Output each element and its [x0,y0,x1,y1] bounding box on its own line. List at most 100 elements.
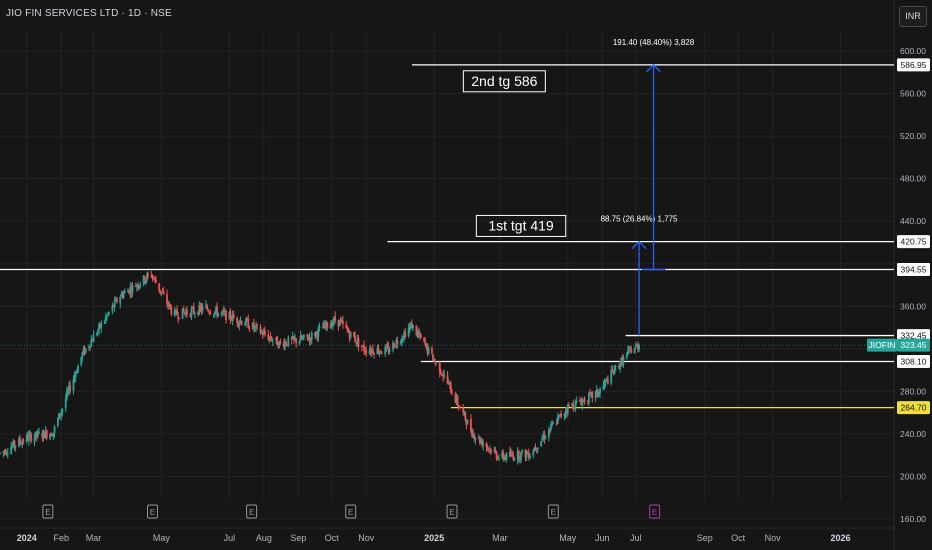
candle-body [396,340,399,344]
candle-body [232,314,235,318]
time-tick-label: Mar [86,533,102,543]
candle-body [240,320,243,325]
time-tick-label: Jun [595,533,610,543]
candle-body [575,400,578,402]
price-tick-label: 440.00 [900,216,926,226]
level-tag-label: 420.75 [901,237,927,247]
candle-body [431,348,433,354]
candle-body [551,423,554,425]
candle-body [513,458,516,461]
candle-body [170,307,173,315]
candle-body [529,455,531,459]
time-tick-label: Sep [697,533,713,543]
earnings-marker-label: E [150,508,155,517]
candle-body [84,348,87,353]
candle-body [113,300,116,308]
earnings-marker-label: E [348,508,353,517]
level-tag-label: 586.95 [901,60,927,70]
candle-body [412,324,414,328]
candle-body [225,310,227,321]
price-tick-label: 360.00 [900,301,926,311]
candle-body [334,316,337,321]
price-tick-label: 200.00 [900,471,926,481]
candle-body [456,396,459,405]
time-tick-label: Jul [224,533,236,543]
time-tick-label: 2024 [17,533,37,543]
candle-body [53,426,56,433]
time-tick-label: Mar [492,533,508,543]
candle-body [439,371,442,374]
candle-body [349,331,352,338]
candle-body [427,347,430,354]
candle-body [6,453,9,455]
candle-body [544,437,547,439]
candle-body [591,391,594,399]
candle-body [614,366,617,368]
candle-body [633,348,636,354]
last-price-tag-label: 323.45 [901,340,927,350]
candle-body [178,318,181,320]
candle-body [38,432,40,434]
candles [0,270,640,465]
candle-body [108,312,111,314]
price-tick-label: 480.00 [900,174,926,184]
time-tick-label: Sep [290,533,306,543]
candle-body [209,313,212,315]
candle-body [365,350,368,353]
candle-body [100,322,103,329]
time-tick-label: Nov [358,533,375,543]
measure-arrows: 88.75 (26.84%) 1,775 191.40 (48.40%) 3,82… [601,38,695,336]
candle-body [154,279,157,283]
candle-body [521,450,524,452]
time-tick-label: 2025 [424,533,444,543]
candle-body [342,320,344,324]
level-tag-label: 308.10 [901,356,927,366]
candle-body [435,362,438,364]
time-tick-label: Oct [731,533,746,543]
measure-arrow-label: 191.40 (48.40%) 3,828 [613,38,695,47]
candle-body [279,341,282,343]
level-tag-label: 264.70 [901,403,927,413]
symbol-tag-label: JIOFIN [869,340,896,350]
candle-body [14,445,17,447]
annotation-text[interactable]: 2nd tg 586 [471,73,537,89]
candle-body [357,337,360,347]
level-tag-label: 394.55 [901,265,927,275]
candle-body [380,353,383,355]
candle-body [303,334,305,338]
measure-arrow-label: 88.75 (26.84%) 1,775 [601,215,678,224]
candle-body [583,398,586,403]
price-axis[interactable]: 160.00 200.00 240.00 280.00 360.00 440.00 480.… [900,46,926,524]
time-tick-label: Jul [630,533,642,543]
time-tick-label: 2026 [831,533,851,543]
candle-body [115,298,118,303]
time-axis[interactable]: 2024 Feb Mar May Jul Aug Sep Oct Nov 2025 Mar May Ju… [17,504,851,543]
chart-title: JIO FIN SERVICES LTD · 1D · NSE [6,8,172,19]
candle-body [373,353,375,355]
candle-body [404,331,407,338]
annotations: 2nd tg 586 1st tgt 419 [462,70,567,237]
price-tick-label: 600.00 [900,46,926,56]
candle-body [419,334,422,338]
price-chart[interactable]: 586.95420.75394.55332.45308.10264.70JIOF… [0,0,932,550]
candle-body [22,440,25,442]
candle-body [182,308,185,313]
candle-body [256,324,259,326]
horizontal-lines: 586.95420.75394.55332.45308.10264.70JIOF… [0,58,930,415]
candle-body [388,350,391,352]
earnings-marker-label: E [652,508,657,517]
candle-body [599,388,601,394]
candle-body [326,322,329,328]
candle-body [466,419,469,425]
candle-body [131,284,134,293]
currency-button[interactable]: INR [899,6,927,27]
candle-body [458,406,461,409]
candle-body [622,357,625,365]
candle-body [190,308,193,317]
candle-body [560,413,563,417]
candle-body [122,293,125,298]
candle-body [606,378,609,384]
candle-body [532,451,535,456]
annotation-text[interactable]: 1st tgt 419 [488,217,554,233]
earnings-marker-label: E [45,508,50,517]
